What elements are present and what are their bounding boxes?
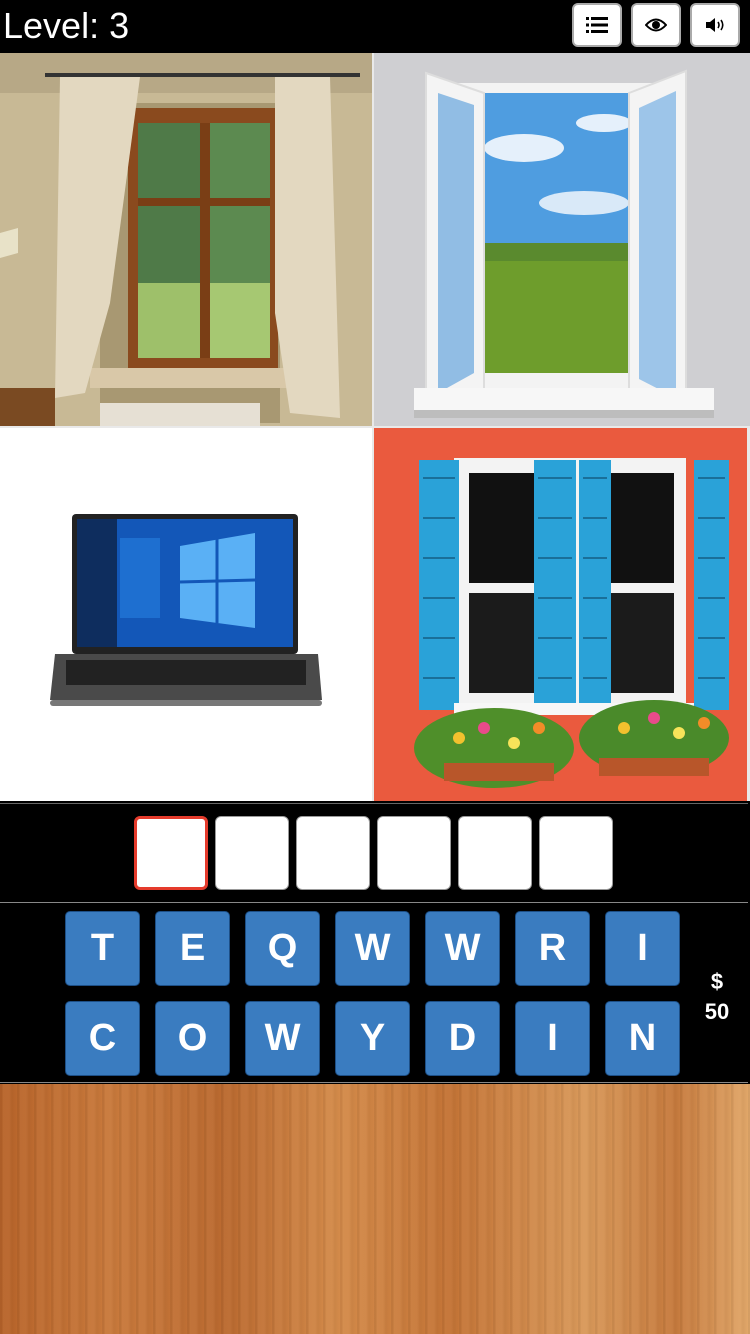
picture-shutter-window-flowers — [374, 428, 747, 801]
coin-amount: 50 — [704, 999, 730, 1024]
answer-slot[interactable] — [296, 816, 370, 890]
letter-key[interactable]: I — [605, 911, 680, 986]
answer-slot[interactable] — [458, 816, 532, 890]
letter-key[interactable]: D — [425, 1001, 500, 1076]
answer-area — [0, 803, 748, 900]
letter-key[interactable]: T — [65, 911, 140, 986]
levels-list-button[interactable] — [572, 3, 622, 47]
answer-slot[interactable] — [134, 816, 208, 890]
letter-key[interactable]: W — [425, 911, 500, 986]
sound-toggle-button[interactable] — [690, 3, 740, 47]
picture-open-window-field — [374, 53, 750, 426]
letter-keyboard: T E Q W W R I C O W Y D I N $ 50 — [0, 902, 748, 1083]
letter-key[interactable]: W — [245, 1001, 320, 1076]
reveal-hint-button[interactable] — [631, 3, 681, 47]
letter-key[interactable]: W — [335, 911, 410, 986]
speaker-icon — [706, 18, 724, 32]
letter-key[interactable]: Y — [335, 1001, 410, 1076]
letter-key[interactable]: Q — [245, 911, 320, 986]
coin-symbol: $ — [710, 969, 724, 994]
letter-key[interactable]: I — [515, 1001, 590, 1076]
eye-icon — [645, 18, 667, 32]
answer-slot[interactable] — [539, 816, 613, 890]
answer-slot[interactable] — [377, 816, 451, 890]
letter-key[interactable]: O — [155, 1001, 230, 1076]
top-bar: Level: 3 — [0, 0, 750, 52]
letter-key[interactable]: E — [155, 911, 230, 986]
letter-key[interactable]: N — [605, 1001, 680, 1076]
coin-counter: $ 50 — [692, 967, 742, 1027]
picture-window-curtains — [0, 53, 372, 426]
picture-grid — [0, 53, 750, 801]
letter-key[interactable]: R — [515, 911, 590, 986]
picture-laptop — [0, 428, 372, 801]
letter-key[interactable]: C — [65, 1001, 140, 1076]
level-label: Level: 3 — [3, 5, 130, 46]
wood-panel — [0, 1084, 750, 1334]
answer-slot[interactable] — [215, 816, 289, 890]
list-icon — [586, 17, 608, 33]
